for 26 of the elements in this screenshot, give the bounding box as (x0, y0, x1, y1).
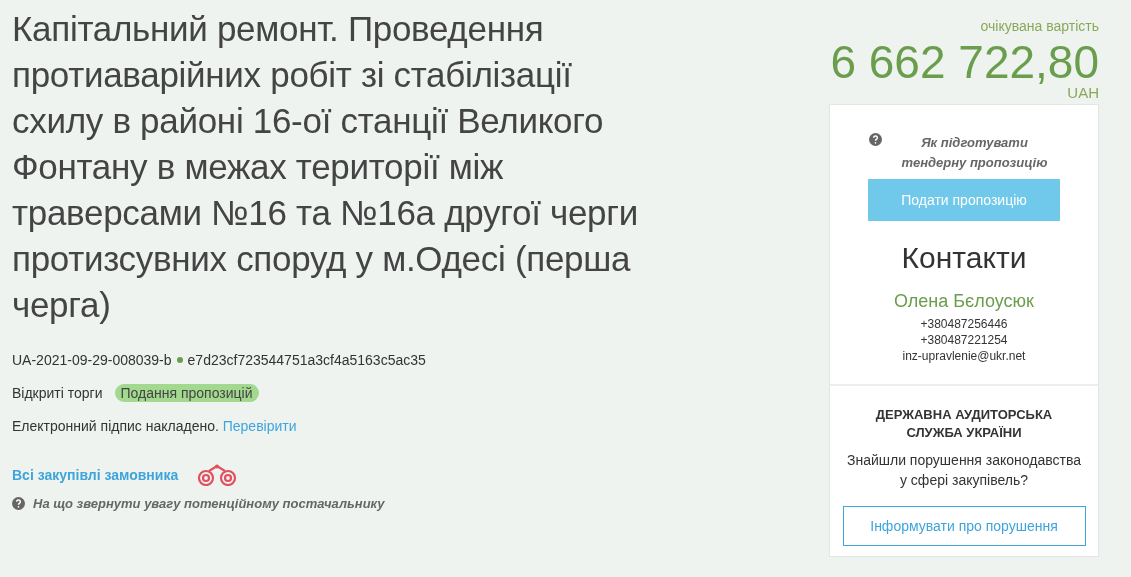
contact-email: inz-upravlenie@ukr.net (901, 348, 1027, 364)
contact-phone: +380487221254 (919, 332, 1009, 348)
price-caption: очікувана вартість (980, 18, 1099, 34)
tender-title: Капітальний ремонт. Проведення протиаварійних робіт зі стабілізації схилу в районі 16-ої станції Великого Фонтану в межах території між траверсами №16 та №16а другої черги протизсувних споруд у м.Одесі (перша черга) (12, 8, 639, 326)
audit-question: Знайшли порушення законодавства у сфері закупівель? (845, 451, 1083, 490)
bid-guide-link[interactable]: Як підготувати тендерну пропозицію (889, 133, 1060, 173)
tender-id: UA-2021-09-29-008039-b (12, 352, 172, 368)
status-badge: Подання пропозицій (114, 384, 259, 402)
procedure-type: Відкриті торги (12, 385, 103, 401)
separator-dot (176, 357, 183, 363)
submit-bid-button[interactable]: Подати пропозицію (868, 179, 1060, 221)
verify-link[interactable]: Перевірити (222, 418, 297, 434)
signature-text: Електронний підпис накладено. (12, 418, 219, 434)
report-violation-button[interactable]: Інформувати про порушення (842, 506, 1086, 546)
buyer-procurements-link[interactable]: Всі закупівлі замовника (12, 467, 179, 483)
binoculars-icon (196, 464, 239, 486)
audit-title: ДЕРЖАВНА АУДИТОРСЬКА СЛУЖБА УКРАЇНИ (874, 406, 1054, 442)
currency: UAH (1067, 86, 1099, 100)
contact-name: Олена Бєлоусюк (893, 291, 1035, 312)
help-icon (868, 133, 882, 146)
supplier-hint[interactable]: На що звернути увагу потенційному постачальнику (33, 496, 385, 511)
tender-hash: e7d23cf723544751a3cf4a5163c5ac35 (187, 352, 426, 368)
help-icon (12, 497, 25, 510)
price-amount: 6 662 722,80 (830, 38, 1099, 86)
contact-phone: +380487256446 (919, 316, 1009, 332)
contacts-heading: Контакти (900, 241, 1028, 275)
